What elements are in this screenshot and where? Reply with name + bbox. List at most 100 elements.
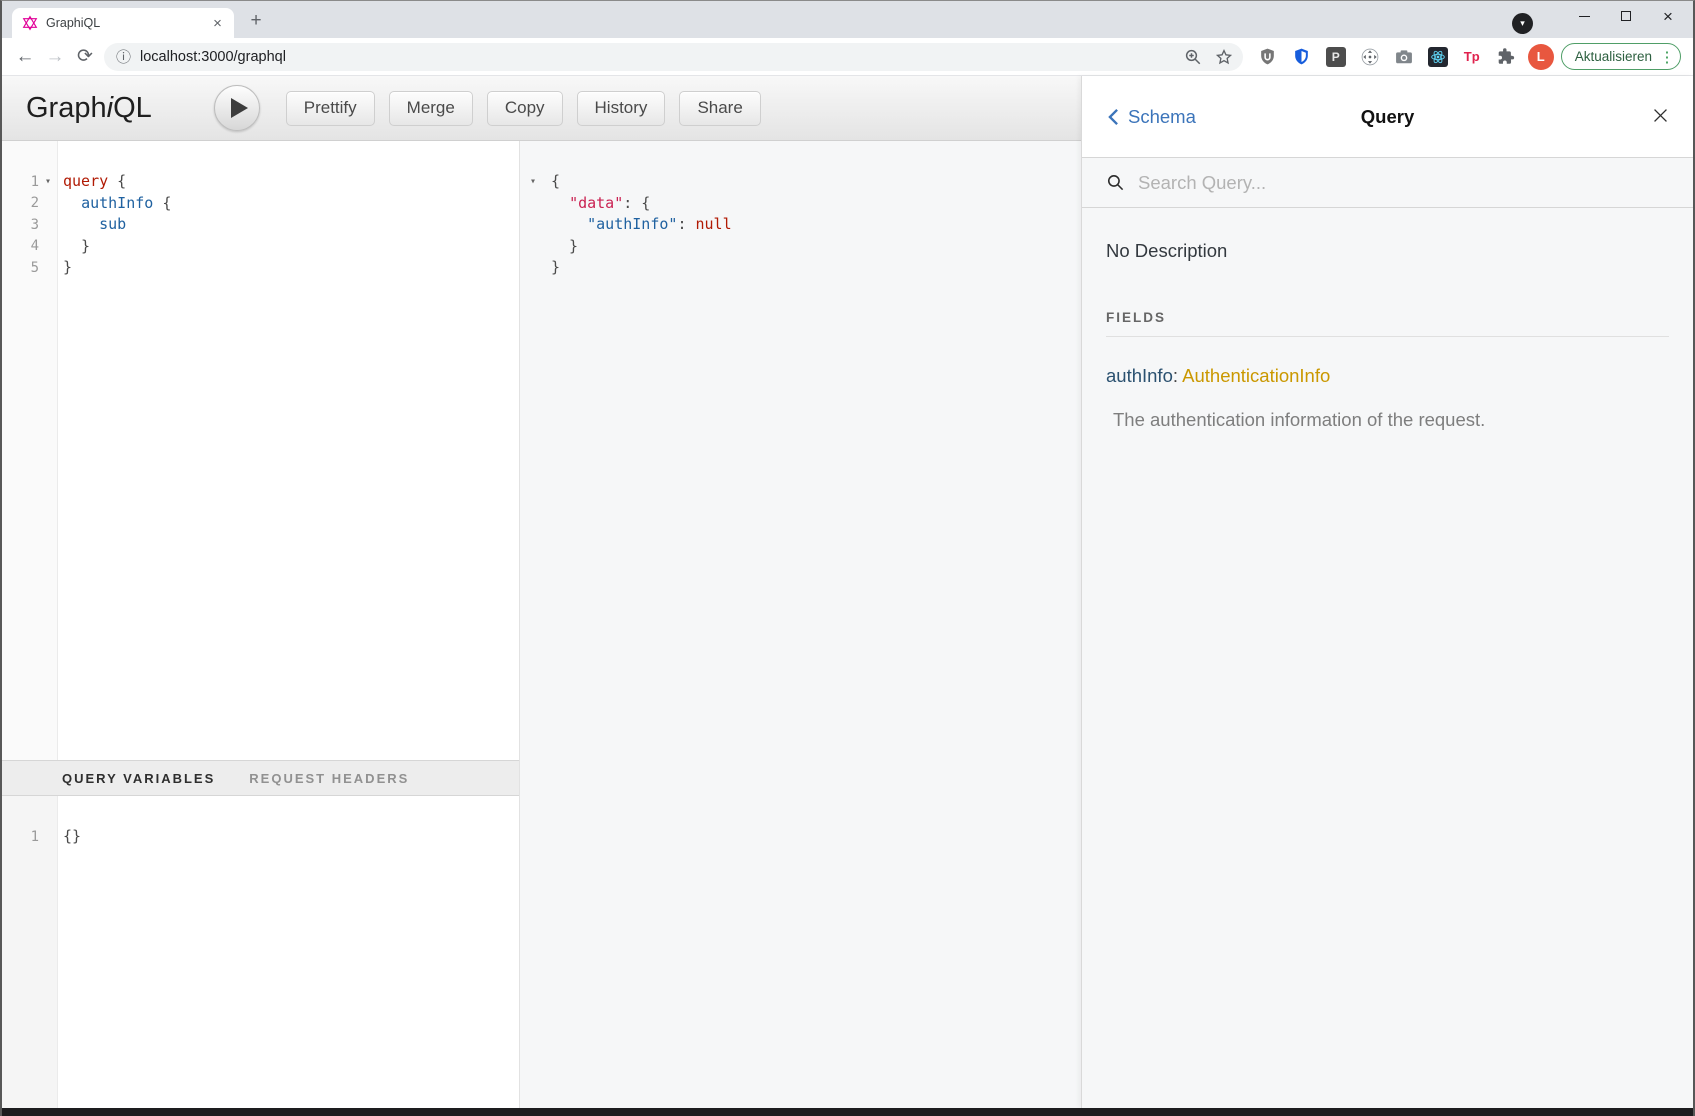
minimize-button[interactable] [1563, 1, 1605, 31]
maximize-icon [1621, 11, 1631, 21]
copy-button[interactable]: Copy [487, 91, 563, 126]
fold-arrow-icon[interactable]: ▾ [39, 176, 57, 187]
execute-button[interactable] [214, 85, 260, 131]
graphiql-app: GraphiQL Prettify Merge Copy History Sha… [2, 76, 1693, 1108]
logo-text-end: QL [113, 92, 152, 124]
update-label: Aktualisieren [1575, 49, 1652, 64]
variables-editor[interactable]: 1 {} [2, 796, 519, 1108]
browser-toolbar: ← → ⟳ ⓘ localhost:3000/graphql [2, 38, 1693, 76]
browser-tab[interactable]: GraphiQL × [12, 8, 234, 38]
gutter-line [520, 214, 546, 236]
field-type-link[interactable]: AuthenticationInfo [1182, 365, 1330, 386]
code-line: {} [63, 826, 519, 848]
gutter-line [520, 257, 546, 279]
ublock-extension-icon[interactable] [1257, 46, 1279, 68]
field-description: The authentication information of the re… [1113, 409, 1669, 431]
gutter-line [520, 236, 546, 258]
page-info-icon[interactable]: ⓘ [116, 46, 131, 67]
fold-arrow-icon[interactable]: ▾ [524, 176, 542, 187]
line-number: 2 [2, 195, 39, 211]
variables-tab-bar: QUERY VARIABLES REQUEST HEADERS [2, 760, 519, 796]
field-entry: authInfo: AuthenticationInfo [1106, 365, 1669, 387]
line-number: 4 [2, 238, 39, 254]
code-line: "authInfo": null [551, 214, 1081, 236]
merge-button[interactable]: Merge [389, 91, 473, 126]
doc-close-button[interactable] [1652, 106, 1669, 128]
gutter-line: 2 [2, 193, 57, 215]
gutter-line: 1▾ [2, 171, 57, 193]
result-pane: ▾ { "data": { "authInfo": null }} [519, 141, 1081, 1108]
browser-window: GraphiQL × + ▾ × ← → ⟳ ⓘ localhost:3000/… [0, 0, 1695, 1116]
forward-button: → [40, 42, 70, 72]
back-button[interactable]: ← [10, 42, 40, 72]
code-line: } [63, 236, 519, 258]
zoom-icon[interactable] [1182, 46, 1204, 68]
close-x-icon [1652, 107, 1669, 124]
close-window-button[interactable]: × [1647, 1, 1689, 31]
gutter-line: 4 [2, 236, 57, 258]
variables-editor-gutter: 1 [2, 796, 58, 1108]
tab-query-variables[interactable]: QUERY VARIABLES [62, 771, 215, 786]
code-line: } [63, 257, 519, 279]
prettify-button[interactable]: Prettify [286, 91, 375, 126]
extensions-puzzle-icon[interactable] [1495, 46, 1517, 68]
result-fold-gutter: ▾ [520, 171, 546, 1108]
variables-editor-code[interactable]: {} [58, 796, 519, 1108]
chevron-left-icon [1106, 108, 1121, 126]
graphql-favicon-icon [22, 15, 38, 31]
doc-back-label: Schema [1128, 106, 1196, 128]
query-editor[interactable]: 1▾ 2 3 4 5 query { authInfo { sub }} [2, 141, 519, 760]
p-extension-icon[interactable]: P [1325, 46, 1347, 68]
tab-request-headers[interactable]: REQUEST HEADERS [249, 771, 409, 786]
code-line: authInfo { [63, 193, 519, 215]
code-line: "data": { [551, 193, 1081, 215]
doc-search-input[interactable] [1136, 171, 1669, 195]
url-text[interactable]: localhost:3000/graphql [140, 49, 1173, 65]
doc-back-link[interactable]: Schema [1106, 106, 1196, 128]
tab-title: GraphiQL [46, 16, 201, 30]
query-editor-code[interactable]: query { authInfo { sub }} [58, 141, 519, 760]
share-button[interactable]: Share [679, 91, 760, 126]
search-icon [1106, 173, 1125, 192]
code-line: } [551, 236, 1081, 258]
react-devtools-extension-icon[interactable] [1427, 46, 1449, 68]
close-icon: × [1663, 8, 1673, 25]
history-button[interactable]: History [577, 91, 666, 126]
bitwarden-extension-icon[interactable] [1291, 46, 1313, 68]
maximize-button[interactable] [1605, 1, 1647, 31]
camera-extension-icon[interactable] [1393, 46, 1415, 68]
field-separator: : [1173, 365, 1182, 386]
type-description: No Description [1106, 240, 1669, 262]
result-viewer-code: { "data": { "authInfo": null }} [546, 171, 1081, 1108]
logo-text: Graph [26, 92, 107, 124]
code-line: { [551, 171, 1081, 193]
tab-search-button[interactable]: ▾ [1512, 13, 1533, 34]
play-icon [231, 98, 248, 118]
graphiql-topbar: GraphiQL Prettify Merge Copy History Sha… [2, 76, 1081, 141]
code-line: } [551, 257, 1081, 279]
tp-extension-icon[interactable]: Tp [1461, 46, 1483, 68]
toolbar-buttons: Prettify Merge Copy History Share [286, 91, 761, 126]
code-line: sub [63, 214, 519, 236]
query-editor-gutter: 1▾ 2 3 4 5 [2, 141, 58, 760]
address-bar[interactable]: ⓘ localhost:3000/graphql [104, 43, 1243, 71]
minimize-icon [1579, 16, 1590, 17]
bookmark-star-icon[interactable] [1213, 46, 1235, 68]
profile-avatar[interactable]: L [1528, 44, 1554, 70]
code-line: query { [63, 171, 519, 193]
field-name-link[interactable]: authInfo [1106, 365, 1173, 386]
line-number: 5 [2, 260, 39, 276]
reload-button[interactable]: ⟳ [70, 42, 100, 72]
line-number: 3 [2, 217, 39, 233]
move-extension-icon[interactable] [1359, 46, 1381, 68]
doc-search-row [1082, 158, 1693, 208]
new-tab-button[interactable]: + [242, 7, 270, 35]
tab-close-icon[interactable]: × [209, 15, 226, 32]
kebab-menu-icon: ⋮ [1659, 48, 1675, 66]
doc-explorer-header: Query Schema [1082, 76, 1693, 158]
doc-explorer-sidebar: Query Schema No Description [1081, 76, 1693, 1108]
extensions-row: P Tp [1251, 46, 1523, 68]
browser-update-menu-button[interactable]: Aktualisieren ⋮ [1561, 43, 1681, 70]
gutter-line: ▾ [520, 171, 546, 193]
gutter-line: 3 [2, 214, 57, 236]
